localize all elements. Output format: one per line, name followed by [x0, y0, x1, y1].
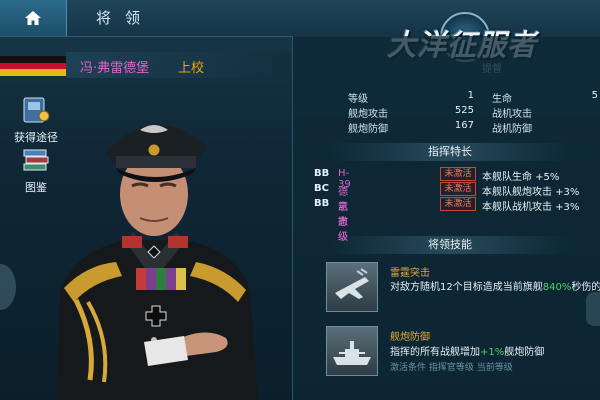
gun-defense-value: 167 — [454, 120, 474, 131]
home-icon — [25, 11, 41, 25]
officer-portrait — [56, 124, 258, 400]
gun-defense-label: 舰炮防御 — [348, 124, 388, 135]
level-value: 1 — [467, 90, 474, 101]
home-button[interactable] — [0, 0, 67, 36]
specialty-effect: 本舰队舰炮攻击 +3% — [482, 187, 580, 198]
life-label: 生命 — [492, 94, 512, 105]
officer-name: 冯·弗雷德堡 — [80, 61, 150, 76]
gun-attack-label: 舰炮攻击 — [348, 109, 388, 120]
skill-description: 对敌方随机12个目标造成当前旗舰840%秒伤的 — [390, 278, 600, 293]
skill-desc-highlight: 840% — [542, 282, 572, 293]
specialty-effect: 本舰队战机攻击 +3% — [482, 202, 580, 213]
skill-desc-text: 指挥的所有战舰增加 — [390, 347, 480, 358]
life-value: 5 — [591, 90, 598, 101]
gun-attack-value: 525 — [454, 105, 474, 116]
skill-description: 指挥的所有战舰增加+1%舰炮防御 — [390, 343, 544, 358]
battleship-icon — [333, 341, 371, 365]
fighter-attack-label: 战机攻击 — [492, 109, 532, 120]
ship-class: BB — [314, 168, 330, 179]
skill-desc-highlight: +1% — [480, 347, 505, 358]
page-title: 将领 — [96, 9, 155, 27]
ship-class: BC — [314, 183, 329, 194]
fighter-defense-label: 战机防御 — [492, 124, 532, 135]
skill-icon-slot[interactable] — [326, 326, 378, 376]
ship-class: BB — [314, 198, 330, 209]
skill-activation-condition: 激活条件 指挥官等级 当前等级 — [390, 363, 513, 373]
fighter-plane-icon — [335, 268, 369, 299]
nation-flag — [0, 56, 66, 76]
skill-name: 舰炮防御 — [390, 332, 430, 343]
inactive-badge: 未激活 — [440, 182, 476, 196]
skills-section-title: 将领技能 — [330, 236, 570, 254]
skill-desc-text: 舰炮防御 — [504, 347, 545, 358]
inactive-badge: 未激活 — [440, 167, 476, 181]
specialty-section-title: 指挥特长 — [330, 143, 570, 161]
inactive-badge: 未激活 — [440, 197, 476, 211]
officer-rank: 上校 — [178, 61, 205, 76]
level-label: 等级 — [348, 94, 368, 105]
skill-icon-slot[interactable] — [326, 262, 378, 312]
officer-name-bar: 冯·弗雷德堡 上校 — [66, 52, 290, 78]
skill-desc-text: 对敌方随机12个目标造成当前旗舰 — [390, 282, 543, 293]
side-pull-tab[interactable] — [586, 292, 600, 326]
skill-name: 雷霆突击 — [390, 268, 430, 279]
specialty-effect: 本舰队生命 +5% — [482, 172, 560, 183]
